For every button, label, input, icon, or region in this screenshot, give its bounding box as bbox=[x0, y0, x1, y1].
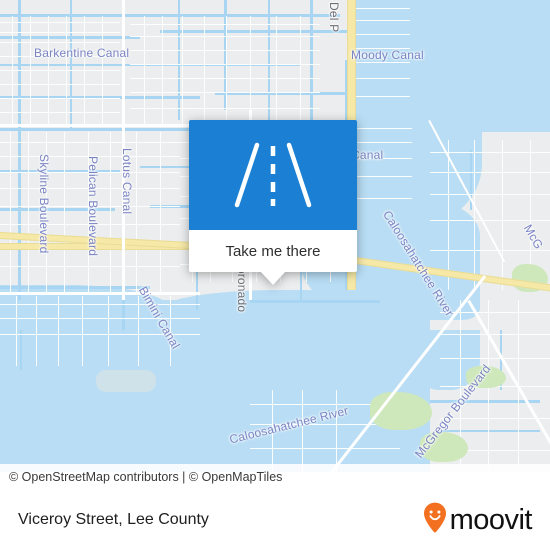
road-vert-lotus bbox=[122, 0, 125, 300]
road-icon bbox=[189, 120, 357, 230]
moovit-smiley-pin-icon bbox=[423, 502, 447, 538]
map-attribution: © OpenStreetMap contributors | © OpenMap… bbox=[0, 464, 550, 490]
page-title: Viceroy Street, Lee County bbox=[18, 511, 209, 528]
take-me-there-label: Take me there bbox=[225, 242, 321, 260]
moovit-wordmark: moovit bbox=[449, 503, 533, 536]
popup-pointer bbox=[260, 271, 286, 285]
take-me-there-popup[interactable]: Take me there bbox=[189, 120, 357, 285]
attribution-text: © OpenStreetMap contributors | © OpenMap… bbox=[9, 470, 283, 484]
water-pond-sw bbox=[96, 370, 156, 392]
map-screenshot: Barkentine Canal Moody Canal Del P Skyline … bbox=[0, 0, 550, 550]
road-horiz-2 bbox=[0, 292, 200, 295]
moovit-logo[interactable]: moovit bbox=[423, 502, 533, 538]
footer-bar: Viceroy Street, Lee County moovit bbox=[0, 490, 550, 550]
take-me-there-button[interactable]: Take me there bbox=[189, 230, 357, 272]
